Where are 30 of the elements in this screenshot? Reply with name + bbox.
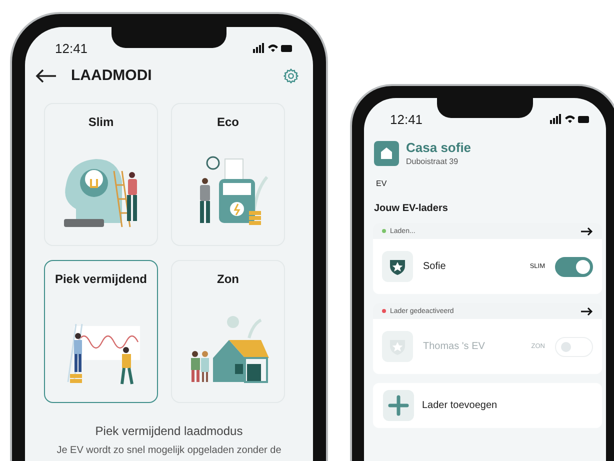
plus-icon: [383, 390, 414, 421]
mode-label: Zon: [217, 272, 239, 286]
description-text: Je EV wordt zo snel mogelijk opgeladen zonder de: [56, 445, 282, 456]
status-time: 12:41: [390, 112, 423, 126]
charger-name: Sofie: [423, 261, 447, 272]
section-title: Jouw EV-laders: [373, 202, 449, 214]
section-label: EV: [375, 178, 388, 188]
location-name: Casa sofie: [406, 140, 472, 155]
mode-card[interactable]: Eco: [171, 103, 285, 246]
mode-card[interactable]: Slim: [44, 103, 158, 246]
add-charger-label: Lader toevoegen: [422, 400, 498, 411]
mode-card[interactable]: Zon: [171, 260, 285, 403]
settings-icon[interactable]: [283, 68, 299, 84]
charger-name: Thomas 's EV: [423, 341, 486, 352]
status-icons: [253, 43, 293, 53]
mode-label: Slim: [88, 115, 114, 129]
status-icons: [550, 114, 590, 124]
arrow-right-icon[interactable]: [581, 226, 593, 236]
arrow-right-icon[interactable]: [581, 306, 593, 316]
house-icon: [374, 140, 399, 166]
back-arrow-icon[interactable]: [35, 68, 57, 82]
page-title: LAADMODI: [71, 67, 153, 84]
add-charger-button[interactable]: Lader toevoegen: [373, 383, 602, 428]
status-time: 12:41: [55, 40, 88, 56]
description-title: Piek vermijdend laadmodus: [94, 424, 244, 438]
charger-toggle[interactable]: [555, 256, 593, 276]
mode-card[interactable]: Piek vermijdend: [44, 260, 158, 403]
location-address: Duboistraat 39: [406, 157, 460, 166]
mode-label: Eco: [216, 115, 239, 129]
mode-label: Piek vermijdend: [54, 272, 148, 286]
